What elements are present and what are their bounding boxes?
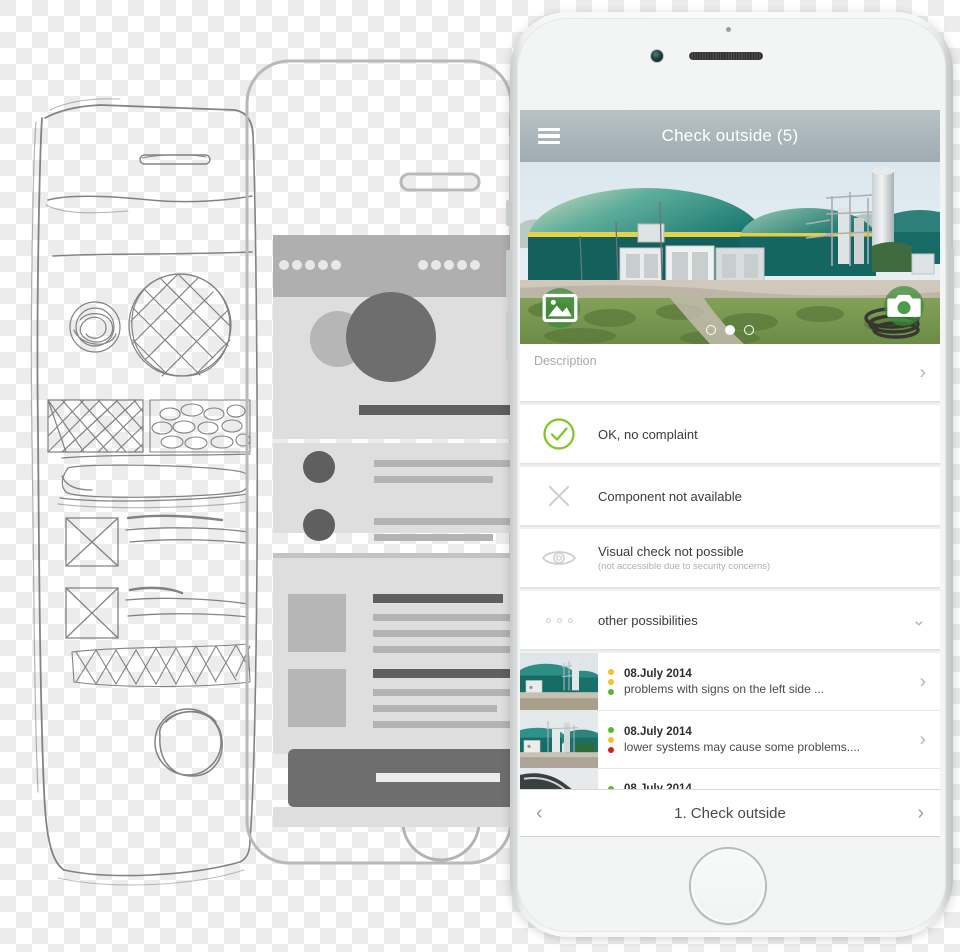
mute-switch[interactable] <box>506 312 512 360</box>
camera-icon <box>887 294 921 317</box>
hand-drawn-sketch <box>0 0 270 952</box>
bottom-nav-title: 1. Check outside <box>674 804 786 822</box>
option-other-possibilities[interactable]: other possibilities ⌄ <box>520 591 940 650</box>
check-circle-icon <box>520 417 598 451</box>
list-item[interactable]: 08.July 2014 problems with signs on the … <box>520 653 940 711</box>
chevron-right-icon[interactable]: › <box>920 672 926 691</box>
image-gallery-icon <box>542 293 578 323</box>
biogas-plant-photo <box>520 162 940 344</box>
volume-up-button[interactable] <box>506 200 512 226</box>
x-mark-icon <box>520 481 598 511</box>
proximity-sensor <box>726 27 731 32</box>
entry-date: 08.July 2014 <box>624 667 692 680</box>
home-button[interactable] <box>689 847 767 925</box>
entry-thumbnail <box>520 711 598 768</box>
gallery-icon-button[interactable] <box>540 288 580 328</box>
bottom-navigation: ‹ 1. Check outside › <box>520 789 940 837</box>
chevron-right-icon[interactable]: › <box>920 363 926 382</box>
entry-text: lower systems may cause some problems...… <box>624 739 861 754</box>
option-label: OK, no complaint <box>598 426 698 442</box>
three-dots-icon <box>520 617 598 623</box>
sketch-drawing <box>30 98 259 886</box>
phone-screen: Check outside (5) Description › OK, no c… <box>520 110 940 837</box>
earpiece-speaker <box>689 52 763 60</box>
status-dots <box>598 711 620 768</box>
checklist: Description › OK, no complaint Component… <box>520 344 940 809</box>
camera-icon-button[interactable] <box>884 286 924 326</box>
option-component-not-available[interactable]: Component not available <box>520 467 940 526</box>
biogas-plant-thumbnail <box>520 653 598 710</box>
chevron-down-icon[interactable]: ⌄ <box>912 612 926 629</box>
status-dots <box>598 653 620 710</box>
chevron-right-icon[interactable]: › <box>917 802 924 825</box>
option-ok-no-complaint[interactable]: OK, no complaint <box>520 405 940 464</box>
list-item[interactable]: 08.July 2014 lower systems may cause som… <box>520 711 940 769</box>
app-header: Check outside (5) <box>520 110 940 162</box>
wireframe-drawing <box>245 59 515 865</box>
option-label: Visual check not possible <box>598 544 744 559</box>
hero-photo[interactable] <box>520 162 940 344</box>
entry-date: 08.July 2014 <box>624 725 692 738</box>
entry-thumbnail <box>520 653 598 710</box>
pagination-dot-2[interactable] <box>725 325 735 335</box>
eye-icon <box>520 545 598 571</box>
front-camera <box>650 49 664 63</box>
option-label: other possibilities <box>598 612 698 628</box>
wireframe-phone <box>243 57 515 867</box>
description-field[interactable]: Description › <box>520 344 940 402</box>
option-visual-check-not-possible[interactable]: Visual check not possible (not accessibl… <box>520 529 940 588</box>
biogas-plant-thumbnail <box>520 711 598 768</box>
power-button[interactable] <box>948 250 954 320</box>
pagination-dot-3[interactable] <box>744 325 754 335</box>
pagination-dot-1[interactable] <box>706 325 716 335</box>
chevron-left-icon[interactable]: ‹ <box>536 802 543 825</box>
option-label: Component not available <box>598 488 742 504</box>
option-sublabel: (not accessible due to security concerns… <box>598 561 771 572</box>
photo-pagination-dots[interactable] <box>706 325 754 335</box>
chevron-right-icon[interactable]: › <box>920 730 926 749</box>
volume-down-button[interactable] <box>506 250 512 298</box>
page-title: Check outside (5) <box>661 126 799 145</box>
description-placeholder: Description <box>534 354 597 368</box>
entry-text: problems with signs on the left side ... <box>624 681 825 696</box>
hamburger-menu-icon[interactable] <box>538 128 560 144</box>
